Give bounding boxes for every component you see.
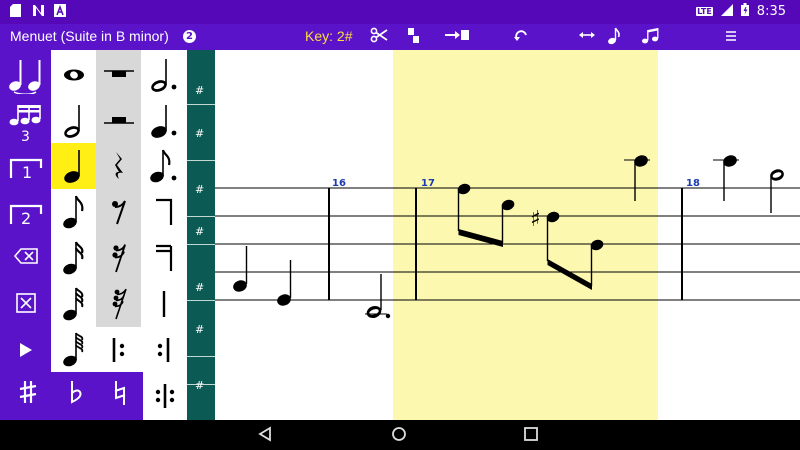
ruler-line <box>187 216 215 217</box>
ruler-sharp: # <box>195 183 205 196</box>
ruler-sharp: # <box>195 379 205 392</box>
copy-icon[interactable] <box>407 27 421 47</box>
palette-quarter-note[interactable] <box>51 143 96 189</box>
ruler-sharp: # <box>195 225 205 238</box>
page-badge[interactable]: 2 <box>183 30 196 43</box>
tie-icon[interactable] <box>0 56 51 96</box>
palette-flag-eighth[interactable] <box>141 189 186 235</box>
ruler-line <box>187 300 215 301</box>
ruler-sharp: # <box>195 127 205 140</box>
move-icon[interactable] <box>443 27 471 47</box>
backspace-icon[interactable] <box>0 248 51 268</box>
score-svg: 16 17 18 ♯ <box>215 50 800 420</box>
stretch-icon[interactable] <box>578 27 596 47</box>
network-type-label: LTE <box>696 7 713 16</box>
palette-dotted-eighth-note[interactable] <box>141 143 186 189</box>
status-bar: LTE 8:35 <box>0 0 800 24</box>
palette-barline[interactable] <box>141 281 186 327</box>
measure-number: 18 <box>686 178 700 189</box>
palette-double-repeat[interactable] <box>143 372 187 420</box>
ruler-sharp: # <box>195 281 205 294</box>
palette-half-rest[interactable] <box>96 98 141 144</box>
score-title[interactable]: Menuet (Suite in B minor) <box>10 28 169 44</box>
sharp-icon[interactable] <box>8 380 48 411</box>
palette-thirty-second-rest[interactable] <box>96 281 141 327</box>
accidental-sharp[interactable]: ♯ <box>530 207 541 232</box>
ruler-line <box>187 356 215 357</box>
palette-whole-note[interactable] <box>51 52 96 98</box>
note-palette <box>51 50 187 420</box>
palette-quarter-rest[interactable] <box>96 143 141 189</box>
palette-sixty-fourth-note[interactable] <box>51 327 96 373</box>
ruler-line <box>187 160 215 161</box>
palette-dotted-quarter-note[interactable] <box>141 98 186 144</box>
menu-icon[interactable] <box>723 27 739 47</box>
triplet-icon[interactable]: 3 <box>0 102 51 148</box>
palette-thirty-second-note[interactable] <box>51 281 96 327</box>
beam-icon[interactable] <box>640 27 660 47</box>
palette-whole-rest[interactable] <box>96 50 141 98</box>
signal-icon <box>720 3 733 20</box>
note-quarter[interactable] <box>232 246 249 294</box>
selection-highlight <box>393 50 658 420</box>
key-signature-button[interactable]: Key: 2# <box>305 28 352 44</box>
left-toolbar: 3 1 2 <box>0 50 51 420</box>
ruler-sharp: # <box>195 84 205 97</box>
scissors-icon[interactable] <box>369 27 389 47</box>
palette-repeat-start[interactable] <box>96 327 141 373</box>
sd-card-icon <box>10 4 22 18</box>
a-app-icon <box>54 4 66 18</box>
back-icon[interactable] <box>257 426 273 446</box>
measure-number: 17 <box>421 178 435 189</box>
ruler-sharp: # <box>195 323 205 336</box>
note-dotted-half[interactable] <box>365 274 391 320</box>
home-icon[interactable] <box>391 426 407 446</box>
note-quarter[interactable] <box>276 260 293 308</box>
clock: 8:35 <box>756 4 786 19</box>
palette-flag-sixteenth[interactable] <box>141 235 186 281</box>
battery-icon <box>740 3 749 20</box>
palette-sixteenth-note[interactable] <box>51 235 96 281</box>
recents-icon[interactable] <box>524 426 538 446</box>
voice-2-icon[interactable]: 2 <box>0 202 51 232</box>
navigation-bar <box>0 420 800 450</box>
play-icon[interactable] <box>0 342 51 362</box>
ruler-line <box>187 104 215 105</box>
note-icon[interactable] <box>606 27 622 47</box>
score-canvas[interactable]: 16 17 18 ♯ <box>215 50 800 420</box>
tuplet-number: 3 <box>21 129 30 145</box>
palette-dotted-half-note[interactable] <box>141 52 186 98</box>
n-app-icon <box>32 4 44 18</box>
toolbar: Menuet (Suite in B minor) 2 Key: 2# <box>0 24 800 50</box>
palette-sixteenth-rest[interactable] <box>96 235 141 281</box>
note-half[interactable] <box>769 167 786 213</box>
natural-icon[interactable] <box>100 380 140 413</box>
voice-1-label: 1 <box>22 163 33 182</box>
pitch-ruler[interactable]: # # # # # # # <box>187 50 215 420</box>
delete-icon[interactable] <box>0 293 51 315</box>
measure-number: 16 <box>332 178 346 189</box>
flat-icon[interactable] <box>57 380 97 411</box>
voice-2-label: 2 <box>21 209 32 228</box>
note-quarter[interactable] <box>713 153 739 201</box>
palette-eighth-note[interactable] <box>51 189 96 235</box>
undo-icon[interactable] <box>512 27 530 47</box>
voice-1-icon[interactable]: 1 <box>0 156 51 186</box>
palette-half-note[interactable] <box>51 98 96 144</box>
palette-eighth-rest[interactable] <box>96 189 141 235</box>
palette-repeat-end[interactable] <box>141 327 186 373</box>
ruler-line <box>187 244 215 245</box>
accidental-bar <box>0 372 143 420</box>
